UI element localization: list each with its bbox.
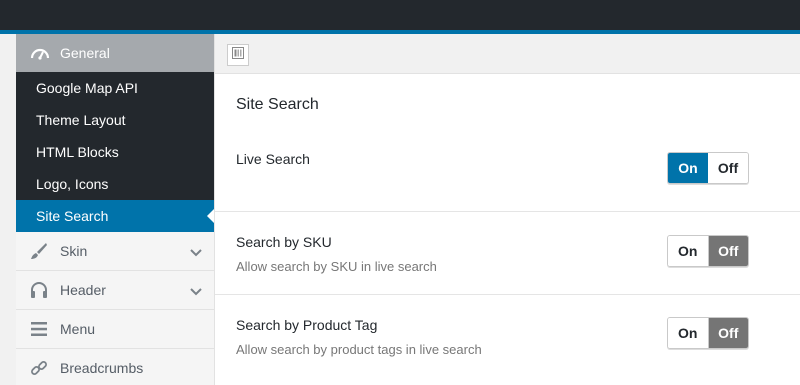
subnav-logo-icons[interactable]: Logo, Icons: [16, 168, 214, 200]
panel-toolbar: [215, 34, 800, 74]
sidebar-item-label: Skin: [60, 243, 88, 259]
subnav-site-search[interactable]: Site Search: [16, 200, 214, 232]
product-tag-search-description: Allow search by product tags in live sea…: [236, 342, 482, 357]
columns-icon: [232, 46, 244, 64]
chevron-down-icon: [190, 283, 202, 299]
sidebar-item-label: Header: [60, 282, 106, 298]
sidebar-item-general[interactable]: General: [16, 34, 214, 72]
options-panel: Site Search Live Search On Off Search by…: [215, 34, 800, 385]
subnav-label: Theme Layout: [36, 112, 126, 128]
sku-search-description: Allow search by SKU in live search: [236, 259, 437, 274]
subnav-label: HTML Blocks: [36, 144, 119, 160]
subnav-label: Logo, Icons: [36, 176, 109, 192]
sidebar-item-menu[interactable]: Menu: [16, 310, 214, 349]
option-divider: [215, 294, 800, 295]
expand-toggle-button[interactable]: [227, 44, 249, 66]
toggle-off[interactable]: Off: [708, 236, 748, 266]
subnav-label: Google Map API: [36, 80, 138, 96]
general-submenu: Google Map API Theme Layout HTML Blocks …: [16, 72, 214, 232]
option-divider: [215, 211, 800, 212]
link-icon: [30, 359, 48, 377]
live-search-toggle[interactable]: On Off: [667, 152, 749, 184]
subnav-theme-layout[interactable]: Theme Layout: [16, 104, 214, 136]
sidebar-item-skin[interactable]: Skin: [16, 232, 214, 271]
sidebar-item-header[interactable]: Header: [16, 271, 214, 310]
sidebar-item-breadcrumbs[interactable]: Breadcrumbs: [16, 349, 214, 385]
toggle-off[interactable]: Off: [708, 318, 748, 348]
subnav-html-blocks[interactable]: HTML Blocks: [16, 136, 214, 168]
dashboard-gauge-icon: [30, 45, 50, 61]
toggle-on[interactable]: On: [668, 236, 709, 266]
product-tag-search-toggle[interactable]: On Off: [667, 317, 749, 349]
sku-search-label: Search by SKU: [236, 234, 332, 250]
subnav-label: Site Search: [36, 208, 109, 224]
menu-icon: [30, 320, 48, 338]
sidebar-item-label: General: [60, 45, 110, 61]
chevron-down-icon: [190, 244, 202, 260]
sidebar-item-label: Menu: [60, 321, 96, 337]
subnav-google-map-api[interactable]: Google Map API: [16, 72, 214, 104]
brush-icon: [30, 242, 48, 260]
admin-top-bar: [0, 0, 800, 30]
left-gutter: [0, 34, 16, 385]
toggle-on[interactable]: On: [668, 153, 708, 183]
product-tag-search-label: Search by Product Tag: [236, 317, 378, 333]
options-sidebar: General Google Map API Theme Layout HTML…: [16, 34, 215, 385]
toggle-on[interactable]: On: [668, 318, 709, 348]
live-search-label: Live Search: [236, 151, 310, 167]
headphones-icon: [30, 281, 48, 299]
sidebar-item-label: Breadcrumbs: [60, 360, 144, 376]
sku-search-toggle[interactable]: On Off: [667, 235, 749, 267]
toggle-off[interactable]: Off: [708, 153, 748, 183]
section-title: Site Search: [236, 96, 319, 113]
